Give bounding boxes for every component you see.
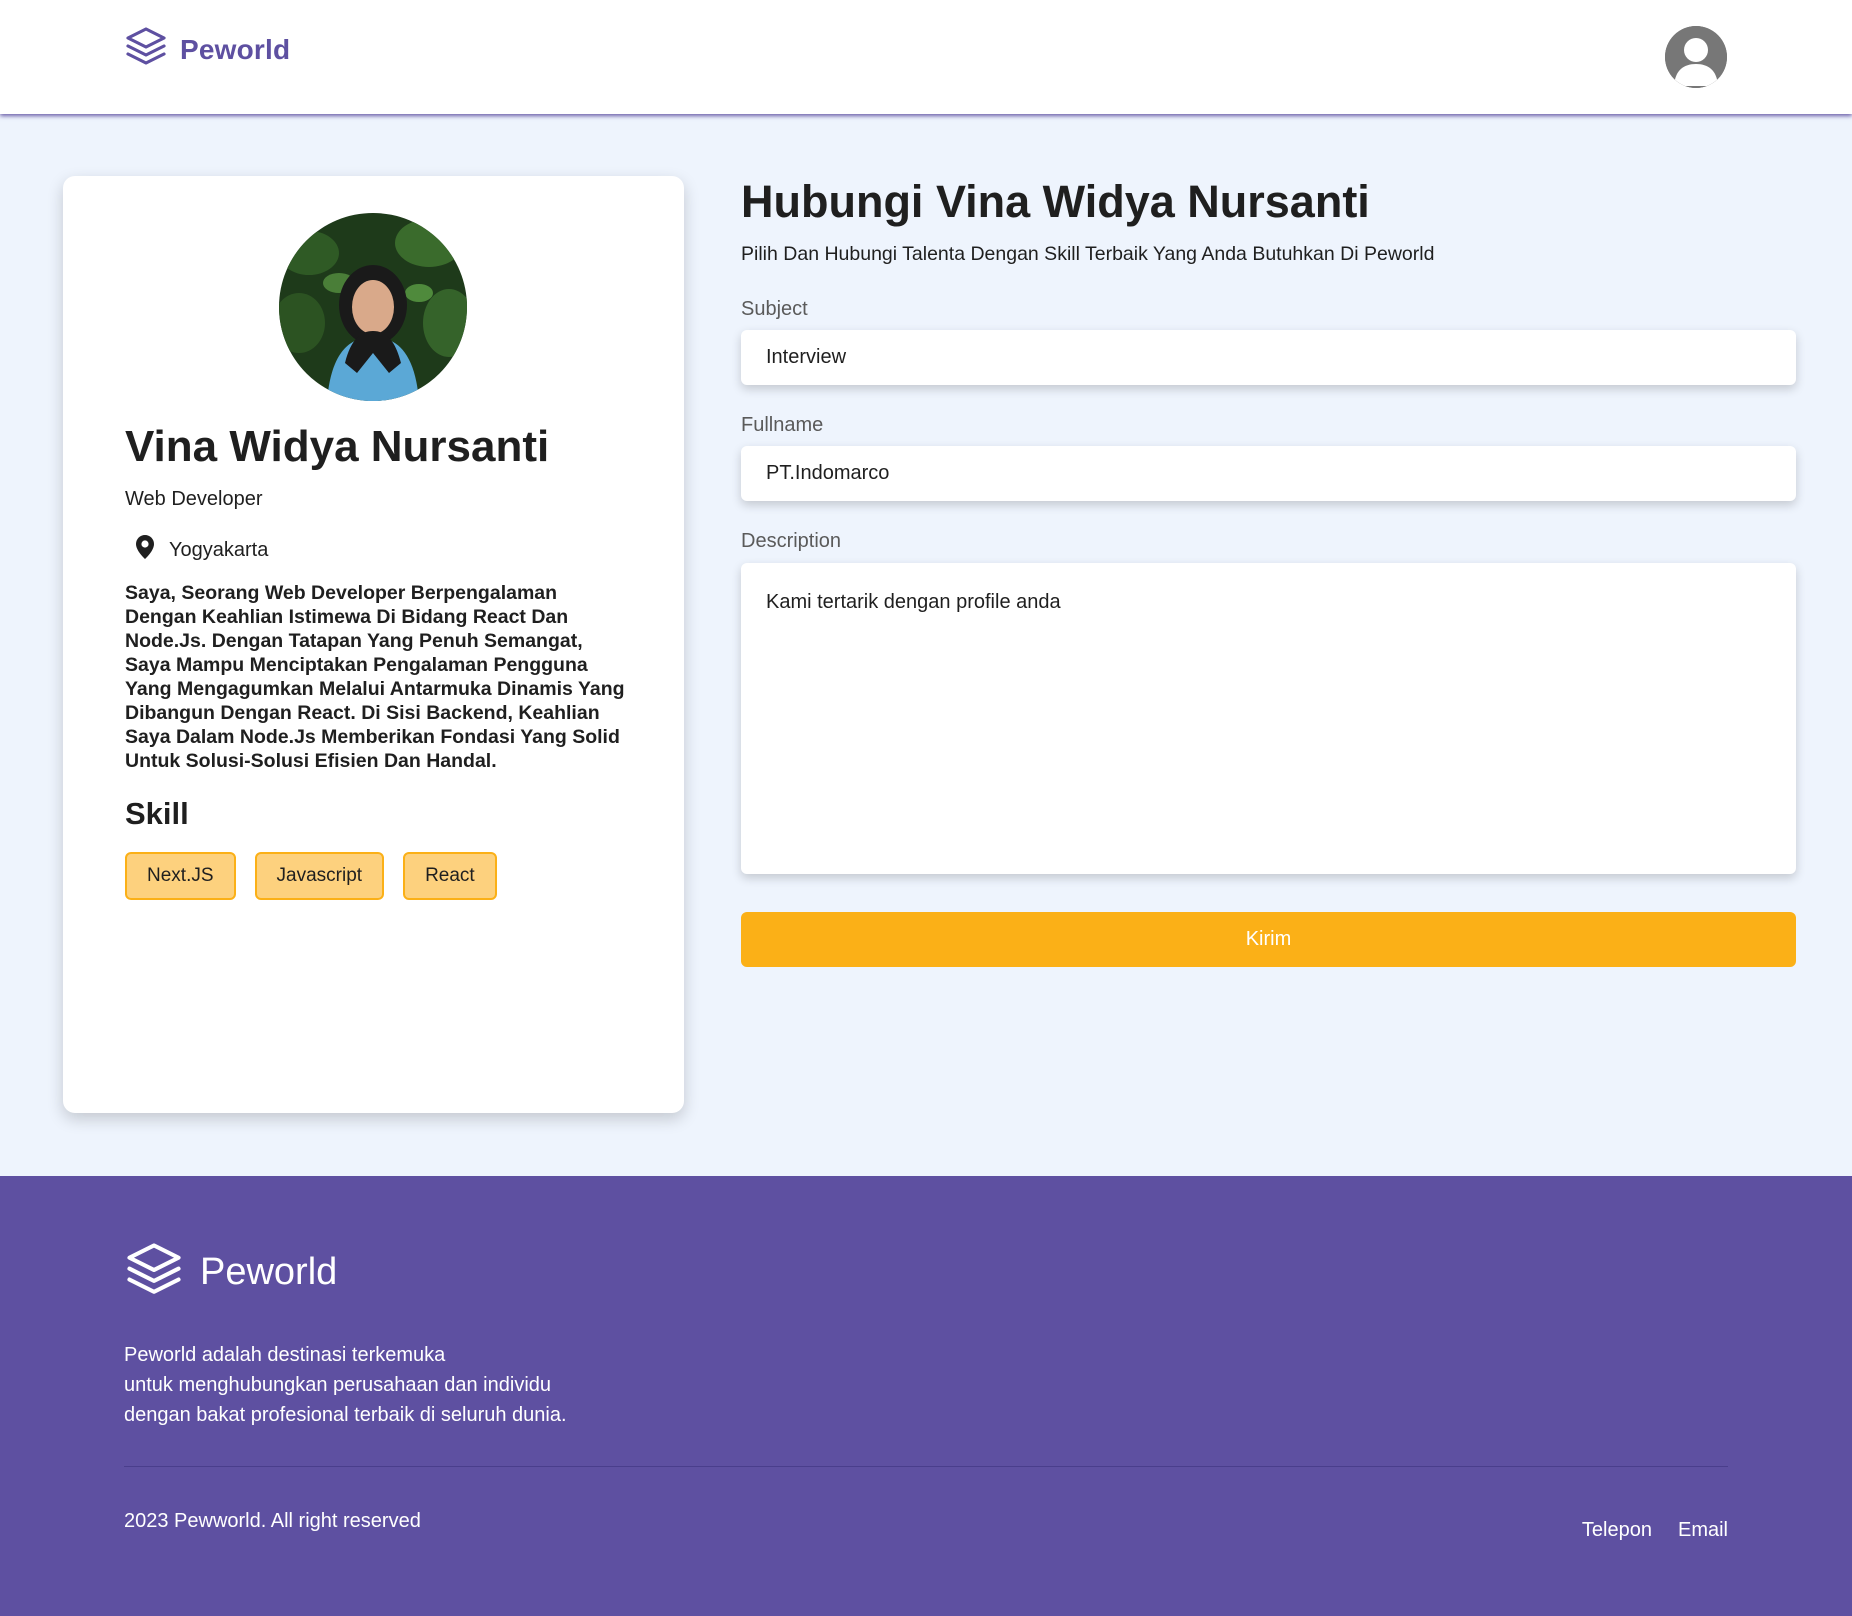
footer-description-line: untuk menghubungkan perusahaan dan indiv… [124, 1374, 552, 1396]
skill-tag[interactable]: Javascript [254, 852, 385, 900]
skill-tag[interactable]: Next.JS [125, 852, 236, 900]
footer-brand-name: Peworld [200, 1251, 338, 1293]
skill-list: Next.JS Javascript React [125, 852, 497, 900]
footer-link-email[interactable]: Email [1678, 1519, 1728, 1542]
navbar: Peworld [0, 0, 1852, 114]
brand-logo-link[interactable]: Peworld [124, 25, 290, 74]
footer-description-line: dengan bakat profesional terbaik di selu… [124, 1404, 567, 1426]
contact-title: Hubungi Vina Widya Nursanti [741, 176, 1370, 227]
profile-bio: Saya, Seorang Web Developer Berpengalama… [125, 582, 625, 772]
description-textarea[interactable]: Kami tertarik dengan profile anda [741, 563, 1796, 874]
map-pin-icon [135, 534, 155, 566]
stacked-layers-icon [124, 25, 168, 74]
subject-input[interactable] [741, 330, 1796, 385]
footer-links: Telepon Email [1582, 1519, 1728, 1542]
stacked-layers-icon [124, 1240, 184, 1305]
profile-location-text: Yogyakarta [169, 538, 269, 561]
description-label: Description [741, 530, 842, 552]
send-button[interactable]: Kirim [741, 912, 1796, 967]
brand-name: Peworld [180, 33, 291, 65]
profile-card: Vina Widya Nursanti Web Developer Yogyak… [63, 176, 684, 1113]
skill-tag[interactable]: React [403, 852, 497, 900]
profile-job-title: Web Developer [125, 488, 263, 510]
profile-location: Yogyakarta [135, 534, 268, 566]
contact-subtitle: Pilih Dan Hubungi Talenta Dengan Skill T… [741, 243, 1435, 265]
fullname-input[interactable] [741, 446, 1796, 501]
subject-label: Subject [741, 298, 808, 320]
footer-copyright: 2023 Pewworld. All right reserved [124, 1510, 421, 1532]
footer-description-line: Peworld adalah destinasi terkemuka [124, 1344, 446, 1366]
user-avatar-icon[interactable] [1665, 26, 1727, 88]
profile-name: Vina Widya Nursanti [125, 422, 550, 471]
footer-divider [124, 1466, 1728, 1467]
profile-photo [279, 213, 467, 401]
fullname-label: Fullname [741, 414, 824, 436]
footer-link-telepon[interactable]: Telepon [1582, 1519, 1652, 1542]
footer-brand: Peworld [124, 1240, 337, 1305]
footer: Peworld Peworld adalah destinasi terkemu… [0, 1176, 1852, 1616]
footer-description: Peworld adalah destinasi terkemuka untuk… [124, 1340, 684, 1430]
skill-heading: Skill [125, 796, 189, 831]
